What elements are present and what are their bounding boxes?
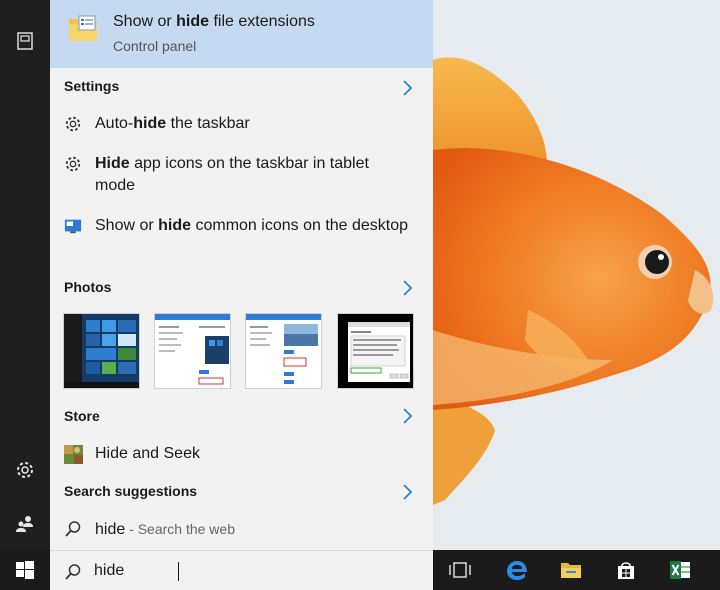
folder-options-icon bbox=[69, 15, 97, 41]
settings-dialog-thumbnail bbox=[155, 314, 230, 388]
settings-icon bbox=[17, 462, 33, 478]
best-match-subtitle: Control panel bbox=[113, 38, 197, 54]
desktop-wallpaper bbox=[433, 0, 720, 550]
result-label: Hide and Seek bbox=[95, 445, 200, 462]
settings-result-hide-app-icons[interactable]: Hide app icons on the taskbar in tablet … bbox=[64, 153, 414, 199]
photos-more-chevron-icon[interactable] bbox=[400, 279, 414, 297]
edge-button[interactable] bbox=[497, 550, 537, 590]
excel-button[interactable] bbox=[660, 550, 700, 590]
task-view-button[interactable] bbox=[440, 550, 480, 590]
documents-icon bbox=[17, 32, 33, 50]
search-icon bbox=[65, 521, 81, 537]
gear-icon bbox=[65, 116, 81, 132]
store-icon bbox=[618, 562, 634, 579]
web-search-suggestion[interactable]: hide - Search the web bbox=[64, 518, 414, 542]
settings-result-auto-hide[interactable]: Auto-hide the taskbar bbox=[64, 113, 414, 137]
settings-result-common-icons[interactable]: Show or hide common icons on the desktop bbox=[64, 215, 414, 261]
search-input[interactable] bbox=[94, 560, 414, 582]
edge-icon bbox=[507, 561, 527, 580]
section-photos: Photos bbox=[64, 279, 112, 295]
search-box[interactable] bbox=[50, 550, 433, 590]
result-label: Auto-hide the taskbar bbox=[95, 115, 250, 132]
start-menu-thumbnail bbox=[64, 314, 139, 388]
task-view-icon bbox=[449, 562, 471, 578]
gear-icon bbox=[65, 156, 81, 172]
section-search-suggestions: Search suggestions bbox=[64, 483, 198, 499]
section-settings: Settings bbox=[64, 78, 120, 94]
result-label: hide - Search the web bbox=[95, 521, 235, 538]
documents-button[interactable] bbox=[0, 19, 50, 63]
settings-dialog-screenshot[interactable] bbox=[154, 313, 231, 389]
store-button[interactable] bbox=[606, 550, 646, 590]
best-match-item[interactable]: Show or hide file extensions Control pan… bbox=[50, 0, 433, 68]
section-store: Store bbox=[64, 408, 100, 424]
search-icon bbox=[65, 564, 81, 580]
settings-window-thumbnail bbox=[246, 314, 321, 388]
search-results-panel: Show or hide file extensions Control pan… bbox=[50, 0, 433, 550]
game-icon bbox=[64, 445, 83, 464]
desktop-icons-icon bbox=[64, 219, 82, 234]
text-cursor bbox=[178, 562, 179, 581]
start-button[interactable] bbox=[0, 550, 50, 590]
store-more-chevron-icon[interactable] bbox=[400, 407, 414, 425]
goldfish-image bbox=[433, 0, 720, 550]
excel-icon bbox=[670, 561, 690, 579]
windows-logo-icon bbox=[16, 561, 34, 579]
file-explorer-button[interactable] bbox=[551, 550, 591, 590]
people-icon bbox=[16, 516, 33, 532]
people-button[interactable] bbox=[0, 502, 50, 546]
store-result-hide-and-seek[interactable]: Hide and Seek bbox=[64, 443, 414, 467]
start-rail bbox=[0, 0, 50, 550]
file-dialog-thumbnail bbox=[338, 314, 413, 388]
suggestions-more-chevron-icon[interactable] bbox=[400, 483, 414, 501]
file-explorer-icon bbox=[561, 563, 581, 578]
settings-button[interactable] bbox=[0, 448, 50, 492]
result-label: Show or hide common icons on the desktop bbox=[95, 217, 409, 234]
settings-more-chevron-icon[interactable] bbox=[400, 79, 414, 97]
best-match-title: Show or hide file extensions bbox=[113, 13, 315, 30]
start-menu-screenshot[interactable] bbox=[63, 313, 140, 389]
settings-window-screenshot[interactable] bbox=[245, 313, 322, 389]
result-label: Hide app icons on the taskbar in tablet … bbox=[95, 155, 369, 194]
file-dialog-screenshot[interactable] bbox=[337, 313, 414, 389]
